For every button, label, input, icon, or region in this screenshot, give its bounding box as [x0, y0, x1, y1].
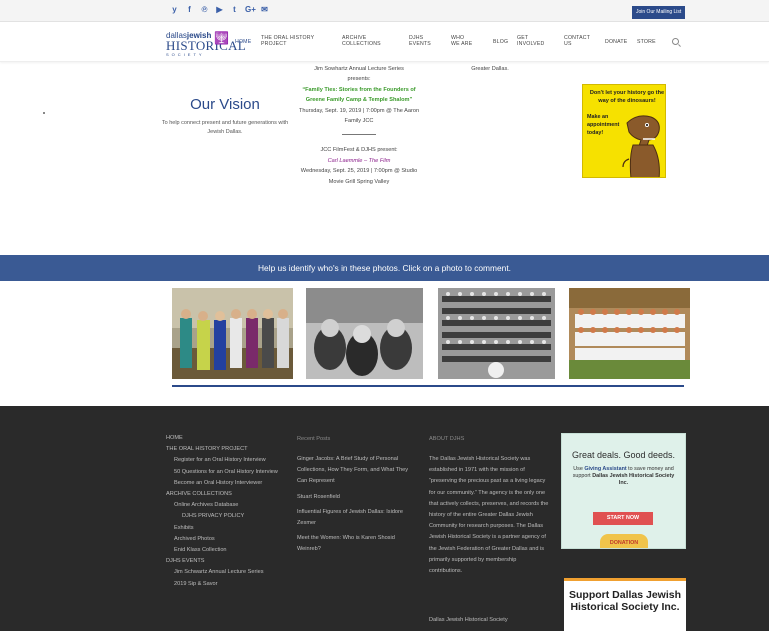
email-icon[interactable]: ✉: [260, 5, 269, 14]
nav-contact[interactable]: CONTACT US: [564, 35, 592, 47]
events-block: Jim Sowhartz Annual Lecture Series prese…: [296, 64, 422, 187]
greater-dallas-text: Greater Dallas.: [471, 66, 509, 72]
footer-menu-item[interactable]: DJHS EVENTS: [166, 556, 291, 567]
footer-menu-item[interactable]: ARCHIVE COLLECTIONS: [166, 489, 291, 500]
footer-menu-item[interactable]: Become an Oral History Interviewer: [166, 478, 291, 489]
giving-assistant-ad[interactable]: Great deals. Good deeds. Use Giving Assi…: [561, 433, 686, 549]
ad-title: Great deals. Good deeds.: [571, 450, 676, 460]
recent-posts-list: Ginger Jacobs: A Brief Study of Personal…: [297, 454, 415, 560]
footer-menu-item[interactable]: Exhibits: [166, 523, 291, 534]
photos-banner: Help us identify who's in these photos. …: [0, 255, 769, 281]
recent-post-link[interactable]: Influential Figures of Jewish Dallas: Is…: [297, 507, 415, 529]
event-divider: [342, 134, 376, 136]
event1-series: Jim Sowhartz Annual Lecture Series: [314, 66, 404, 72]
dinosaur-icon: [622, 115, 660, 177]
nav-store[interactable]: STORE: [637, 39, 656, 45]
event2-presents: JCC FilmFest & DJHS present:: [320, 147, 398, 154]
youtube-icon[interactable]: ▶: [215, 5, 224, 14]
truncated-text: [440, 56, 540, 61]
google-plus-icon[interactable]: G+: [245, 5, 256, 14]
top-bar: y f ℗ ▶ t G+ ✉ Join Our Mailing List: [0, 0, 769, 22]
event2-title[interactable]: Carl Laemmle – The Film: [296, 156, 422, 166]
pinterest-icon[interactable]: ℗: [200, 5, 209, 14]
gallery-photo-1[interactable]: [172, 288, 293, 379]
recent-post-link[interactable]: Meet the Women: Who is Karen Shosid Wein…: [297, 533, 415, 555]
start-now-button[interactable]: START NOW: [593, 512, 653, 525]
section-divider: [172, 385, 684, 387]
vision-block: Our Vision To help connect present and f…: [160, 96, 290, 137]
footer-menu-item[interactable]: Enid Klass Collection: [166, 545, 291, 556]
gallery-photo-3[interactable]: [438, 288, 555, 379]
nav-get-involved[interactable]: GET INVOLVED: [517, 35, 547, 47]
mailing-list-button[interactable]: Join Our Mailing List: [632, 6, 686, 19]
twitter-icon[interactable]: y: [170, 5, 179, 14]
about-heading: ABOUT DJHS: [429, 436, 465, 442]
about-text: The Dallas Jewish Historical Society was…: [429, 456, 549, 575]
support-text: Support Dallas Jewish Historical Society…: [568, 589, 682, 613]
event1-when: Thursday, Sept. 19, 2019 | 7:00pm @ The …: [298, 107, 420, 125]
vision-title: Our Vision: [190, 96, 260, 113]
recent-posts-heading: Recent Posts: [297, 436, 331, 442]
menorah-icon: 🕎: [214, 31, 229, 45]
gallery-photo-2[interactable]: [306, 288, 423, 379]
support-ad[interactable]: Support Dallas Jewish Historical Society…: [564, 578, 686, 638]
photo-gallery: [172, 288, 690, 380]
nav-who-we-are[interactable]: WHO WE ARE: [451, 35, 473, 47]
about-address: Dallas Jewish Historical Society: [429, 617, 508, 623]
footer-menu-item[interactable]: HOME: [166, 433, 291, 444]
ad-text: Use Giving Assistant to save money and s…: [572, 466, 675, 486]
tumblr-icon[interactable]: t: [230, 5, 239, 14]
footer-menu-item[interactable]: THE ORAL HISTORY PROJECT: [166, 444, 291, 455]
footer-menu-item[interactable]: Register for an Oral History Interview: [166, 455, 291, 466]
footer-menu: HOME THE ORAL HISTORY PROJECT Register for…: [166, 433, 291, 590]
event2-when: Wednesday, Sept. 25, 2019 | 7:00pm @ Stu…: [300, 168, 418, 185]
nav-blog[interactable]: BLOG: [493, 39, 508, 45]
search-icon[interactable]: [672, 38, 679, 45]
gallery-photo-4[interactable]: [569, 288, 690, 379]
event1-title[interactable]: “Family Ties: Stories from the Founders …: [296, 85, 422, 106]
recent-post-link[interactable]: Ginger Jacobs: A Brief Study of Personal…: [297, 454, 415, 488]
footer-menu-item[interactable]: Jim Schwartz Annual Lecture Series: [166, 567, 291, 578]
social-links: y f ℗ ▶ t G+ ✉: [170, 5, 269, 14]
site-logo[interactable]: dallasjewish HISTORICAL SOCIETY 🕎: [166, 31, 246, 57]
footer-menu-item[interactable]: 50 Questions for an Oral History Intervi…: [166, 467, 291, 478]
dinosaur-ad[interactable]: Don't let your history go the way of the…: [582, 84, 666, 178]
facebook-icon[interactable]: f: [185, 5, 194, 14]
event1-presents: presents:: [347, 76, 371, 83]
decorative-dot: [43, 112, 45, 114]
nav-donate[interactable]: DONATE: [605, 39, 627, 45]
donation-badge: DONATION: [600, 534, 648, 548]
nav-home[interactable]: HOME: [235, 39, 251, 45]
main-header: dallasjewish HISTORICAL SOCIETY 🕎 HOME T…: [0, 22, 769, 62]
footer-menu-item[interactable]: Archived Photos: [166, 534, 291, 545]
recent-post-link[interactable]: Stuart Rosenfield: [297, 492, 415, 503]
footer-menu-item[interactable]: 2019 Sip & Savor: [166, 579, 291, 590]
nav-archive[interactable]: ARCHIVE COLLECTIONS: [342, 35, 388, 47]
vision-text: To help connect present and future gener…: [161, 120, 289, 135]
nav-oral-history[interactable]: THE ORAL HISTORY PROJECT: [261, 35, 321, 47]
footer-menu-item[interactable]: DJHS PRIVACY POLICY: [166, 511, 291, 522]
nav-events[interactable]: DJHS EVENTS: [409, 35, 431, 47]
footer-menu-item[interactable]: Online Archives Database: [166, 500, 291, 511]
